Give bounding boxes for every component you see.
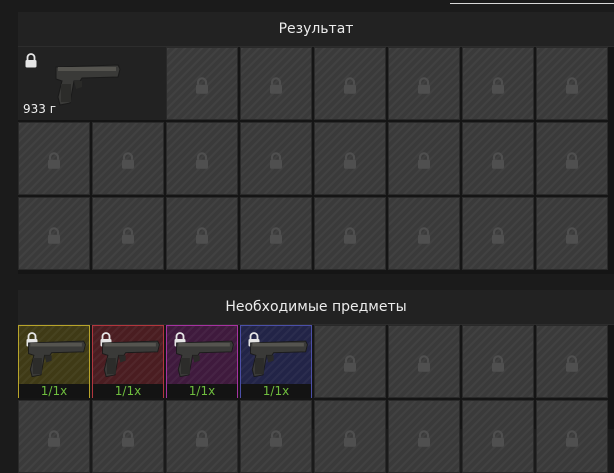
empty-slot[interactable] [240,122,312,195]
lock-icon [341,226,359,244]
item-quantity: 1/1x [19,384,89,398]
lock-icon [119,429,137,447]
item-weight: 933 г [23,102,57,116]
lock-icon [489,76,507,94]
lock-icon [341,151,359,169]
required-item-slot[interactable]: 1/1x [92,325,164,398]
pistol-icon [52,57,124,109]
lock-icon [267,151,285,169]
empty-slot[interactable] [536,325,608,398]
empty-slot[interactable] [388,122,460,195]
lock-icon [119,151,137,169]
lock-icon [489,226,507,244]
lock-icon [341,429,359,447]
lock-icon [24,53,38,68]
pistol-icon [173,334,237,384]
empty-slot[interactable] [314,197,386,270]
empty-slot[interactable] [536,400,608,473]
empty-slot[interactable] [166,197,238,270]
empty-slot[interactable] [18,400,90,473]
empty-slot[interactable] [536,197,608,270]
empty-slot[interactable] [166,47,238,120]
empty-slot[interactable] [92,197,164,270]
lock-icon [193,226,211,244]
lock-icon [489,151,507,169]
required-items-grid: 1/1x 1/1x 1/1x 1/1x [18,325,614,473]
empty-slot[interactable] [388,325,460,398]
empty-slot[interactable] [462,325,534,398]
result-item-slot[interactable]: 933 г [18,47,166,120]
pistol-icon [25,334,89,384]
empty-slot[interactable] [462,400,534,473]
required-items-panel: Необходимые предметы 1/1x 1/1x 1/1x 1/1x [18,290,614,473]
lock-icon [415,76,433,94]
lock-icon [267,76,285,94]
lock-icon [415,354,433,372]
lock-icon [193,429,211,447]
lock-icon [267,429,285,447]
empty-slot[interactable] [462,47,534,120]
lock-icon [489,429,507,447]
lock-icon [415,429,433,447]
empty-slot[interactable] [240,400,312,473]
empty-slot[interactable] [314,47,386,120]
empty-slot[interactable] [462,122,534,195]
empty-slot[interactable] [314,400,386,473]
empty-slot[interactable] [536,47,608,120]
empty-slot[interactable] [166,122,238,195]
lock-icon [193,151,211,169]
empty-slot[interactable] [536,122,608,195]
empty-slot[interactable] [462,197,534,270]
empty-slot[interactable] [388,197,460,270]
result-grid: 933 г [18,47,614,273]
required-item-slot[interactable]: 1/1x [240,325,312,398]
item-quantity: 1/1x [167,384,237,398]
lock-icon [193,76,211,94]
lock-icon [563,151,581,169]
empty-slot[interactable] [92,122,164,195]
result-panel: Результат 933 г [18,12,614,274]
lock-icon [563,226,581,244]
result-panel-title: Результат [18,12,614,47]
empty-slot[interactable] [166,400,238,473]
top-divider [450,3,614,4]
required-items-title: Необходимые предметы [18,290,614,325]
empty-slot[interactable] [388,47,460,120]
empty-slot[interactable] [240,197,312,270]
empty-slot[interactable] [18,122,90,195]
pistol-icon [99,334,163,384]
empty-slot[interactable] [92,400,164,473]
empty-slot[interactable] [314,325,386,398]
lock-icon [267,226,285,244]
item-quantity: 1/1x [241,384,311,398]
lock-icon [341,354,359,372]
lock-icon [489,354,507,372]
lock-icon [341,76,359,94]
required-item-slot[interactable]: 1/1x [18,325,90,398]
lock-icon [563,354,581,372]
lock-icon [119,226,137,244]
item-quantity: 1/1x [93,384,163,398]
lock-icon [415,226,433,244]
lock-icon [45,429,63,447]
empty-slot[interactable] [240,47,312,120]
empty-slot[interactable] [314,122,386,195]
pistol-icon [247,334,311,384]
lock-icon [415,151,433,169]
required-item-slot[interactable]: 1/1x [166,325,238,398]
lock-icon [45,151,63,169]
lock-icon [45,226,63,244]
empty-slot[interactable] [388,400,460,473]
lock-icon [563,429,581,447]
lock-icon [563,76,581,94]
empty-slot[interactable] [18,197,90,270]
